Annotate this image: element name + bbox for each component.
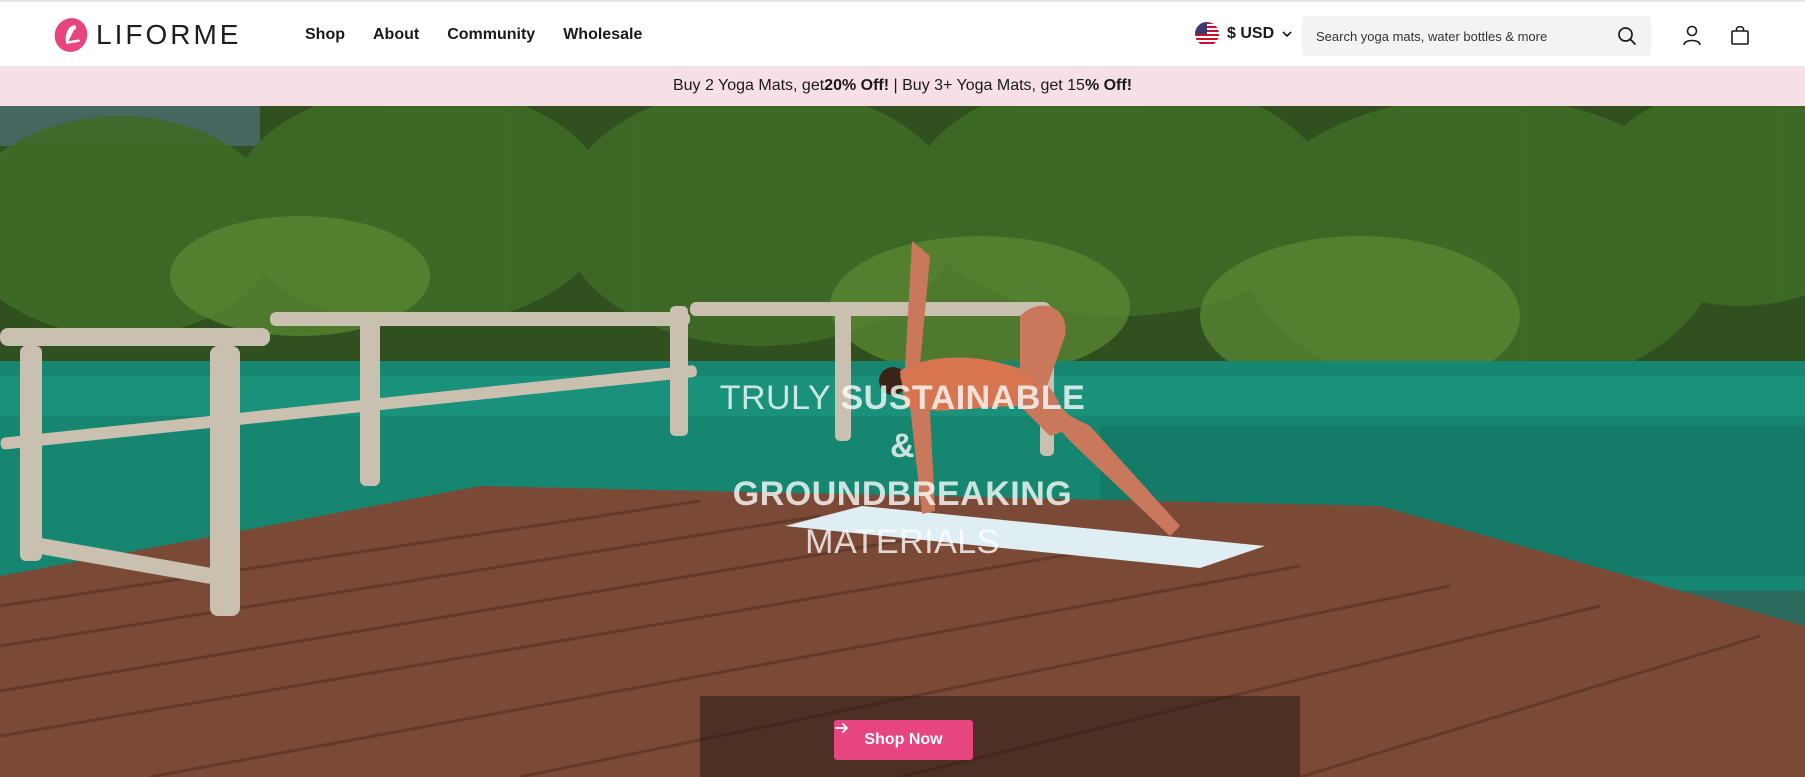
hero-line-4: MATERIALS	[805, 523, 1000, 561]
hero-line-2: &	[889, 427, 916, 465]
promo-separator: |	[889, 77, 903, 94]
promo-banner: Buy 2 Yoga Mats, get 20% Off! | Buy 3+ Y…	[0, 66, 1805, 106]
main-nav: Shop About Community Wholesale	[305, 26, 642, 44]
hero-line-3: GROUNDBREAKING	[732, 475, 1073, 513]
promo-text-2: Buy 3+ Yoga Mats, get 15	[902, 77, 1085, 94]
nav-community[interactable]: Community	[447, 26, 535, 44]
brand-name: LIFORME	[96, 19, 242, 50]
site-header: LIFORME Shop About Community Wholesale $…	[0, 0, 1805, 66]
cart-bag-icon[interactable]	[1729, 24, 1751, 46]
promo-discount-1: 20% Off!	[824, 77, 890, 94]
promo-text-1: Buy 2 Yoga Mats, get	[672, 77, 825, 94]
hero-line-1a: TRULY	[719, 379, 841, 417]
nav-about[interactable]: About	[373, 26, 419, 44]
search-icon[interactable]	[1617, 26, 1637, 46]
brand-logo[interactable]: LIFORME	[52, 14, 241, 56]
shop-now-label: Shop Now	[864, 731, 943, 748]
us-flag-icon	[1195, 22, 1219, 46]
chevron-down-icon	[1282, 31, 1292, 38]
promo-discount-2: % Off!	[1084, 77, 1133, 94]
currency-selector[interactable]: $ USD	[1195, 22, 1292, 46]
liforme-logo-icon	[54, 18, 88, 52]
account-icon[interactable]	[1681, 24, 1703, 46]
nav-shop[interactable]: Shop	[305, 26, 345, 44]
arrow-right-icon	[835, 723, 848, 733]
hero-headline: TRULY SUSTAINABLE & GROUNDBREAKING MATER…	[0, 374, 1805, 566]
hero-banner: TRULY SUSTAINABLE & GROUNDBREAKING MATER…	[0, 106, 1805, 777]
search-input[interactable]	[1316, 28, 1617, 44]
hero-line-1b: SUSTAINABLE	[840, 379, 1086, 417]
search-bar	[1302, 16, 1651, 56]
currency-label: $ USD	[1227, 25, 1275, 42]
shop-now-button[interactable]: Shop Now	[834, 720, 973, 760]
nav-wholesale[interactable]: Wholesale	[563, 26, 642, 44]
